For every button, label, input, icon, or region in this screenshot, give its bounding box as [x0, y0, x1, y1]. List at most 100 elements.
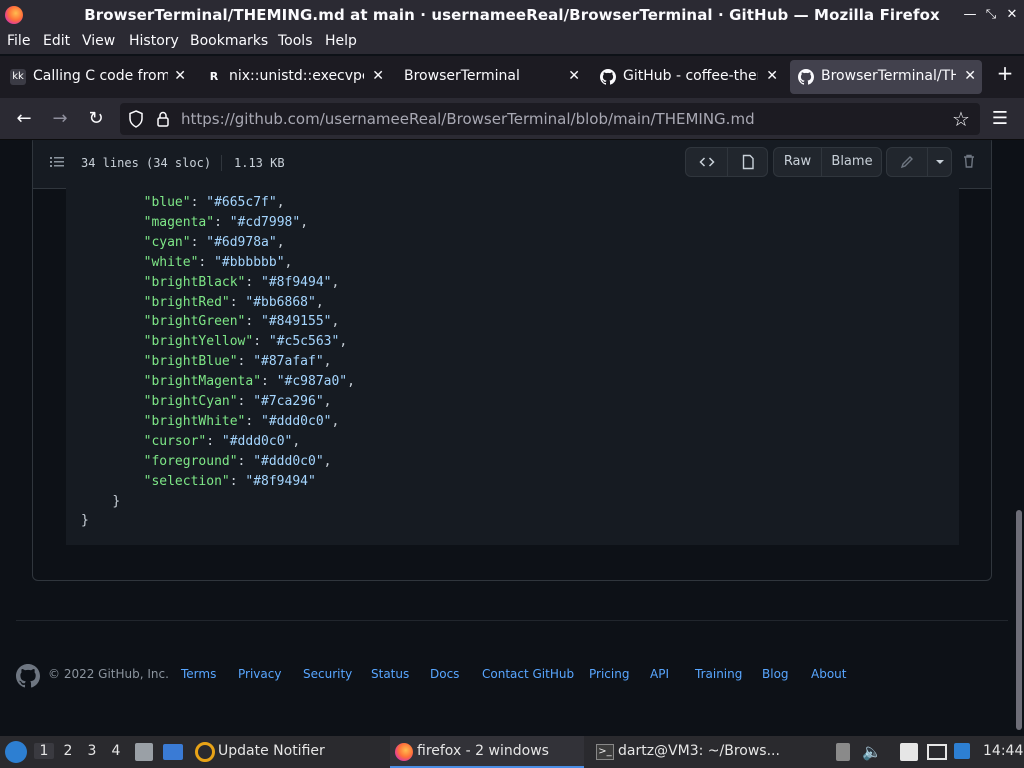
code-punctuation: , — [331, 274, 340, 290]
bluetooth-icon[interactable] — [954, 743, 970, 759]
restore-icon[interactable]: ⤡ — [982, 6, 1000, 24]
tracking-shield-icon[interactable] — [126, 109, 146, 129]
volume-icon[interactable]: 🔈 — [862, 742, 884, 762]
raw-button[interactable]: Raw — [774, 148, 821, 176]
tab-close-icon[interactable]: ✕ — [568, 68, 580, 84]
url-text[interactable]: https://github.com/usernameeReal/Browser… — [181, 110, 755, 128]
workspace-4[interactable]: 4 — [106, 743, 126, 759]
tab-nix-unistd[interactable]: R nix::unistd::execvpe ✕ — [198, 60, 390, 94]
window-title: BrowserTerminal/THEMING.md at main · use… — [84, 6, 940, 24]
blame-button[interactable]: Blame — [822, 148, 882, 176]
tab-browserterminal-theming[interactable]: BrowserTerminal/THE ✕ — [790, 60, 982, 94]
footer-copyright: © 2022 GitHub, Inc. — [48, 667, 169, 681]
tab-close-icon[interactable]: ✕ — [964, 68, 976, 84]
github-logo-icon[interactable] — [16, 664, 41, 688]
code-colon: : — [229, 473, 246, 489]
footer-link-blog[interactable]: Blog — [762, 667, 789, 681]
tab-close-icon[interactable]: ✕ — [174, 68, 186, 84]
code-punctuation: , — [276, 195, 285, 210]
url-bar[interactable]: https://github.com/usernameeReal/Browser… — [120, 103, 980, 135]
pencil-edit-icon[interactable] — [887, 148, 927, 176]
page-scrollbar[interactable] — [1016, 510, 1022, 730]
code-colon: : — [190, 234, 207, 250]
file-header: 34 lines (34 sloc) 1.13 KB Raw Blame — [33, 140, 991, 189]
bookmark-star-icon[interactable]: ☆ — [949, 107, 973, 131]
back-arrow-icon[interactable]: ← — [12, 107, 36, 131]
footer-link-docs[interactable]: Docs — [430, 667, 459, 681]
code-colon: : — [261, 374, 277, 390]
code-view-icon[interactable] — [686, 148, 727, 176]
code-block: "blue": "#665c7f", "magenta": "#cd7998",… — [66, 185, 959, 545]
code-key: "cyan" — [143, 234, 191, 250]
menu-history[interactable]: History — [129, 33, 179, 49]
file-preview-icon[interactable] — [728, 148, 768, 176]
footer: © 2022 GitHub, Inc. Terms Privacy Securi… — [0, 662, 1024, 690]
code-punctuation: , — [323, 453, 332, 469]
menu-view[interactable]: View — [82, 33, 115, 49]
file-size: 1.13 KB — [234, 156, 285, 170]
code-punctuation: , — [323, 394, 332, 409]
tab-label: nix::unistd::execvpe — [229, 68, 364, 84]
update-notifier-task[interactable]: Update Notifier — [218, 743, 325, 759]
list-icon[interactable] — [49, 154, 65, 170]
tab-close-icon[interactable]: ✕ — [372, 68, 384, 84]
menu-bookmarks[interactable]: Bookmarks — [190, 33, 268, 49]
terminal-task[interactable]: dartz@VM3: ~/Brows... — [618, 743, 780, 759]
tab-close-icon[interactable]: ✕ — [766, 68, 778, 84]
workspace-2[interactable]: 2 — [58, 743, 78, 759]
hamburger-menu-icon[interactable]: ☰ — [988, 107, 1012, 131]
menu-tools[interactable]: Tools — [278, 33, 313, 49]
footer-link-privacy[interactable]: Privacy — [238, 667, 281, 681]
workspace-3[interactable]: 3 — [82, 743, 102, 759]
files-icon[interactable] — [135, 743, 153, 761]
tab-calling-c[interactable]: kk Calling C code from ✕ — [2, 60, 192, 94]
footer-link-about[interactable]: About — [811, 667, 846, 681]
tab-github-coffee[interactable]: GitHub - coffee-them ✕ — [592, 60, 784, 94]
minimize-icon[interactable]: — — [961, 6, 979, 24]
footer-link-pricing[interactable]: Pricing — [589, 667, 629, 681]
menu-edit[interactable]: Edit — [43, 33, 70, 49]
code-line: "cursor": "#ddd0c0", — [81, 433, 301, 449]
lock-icon[interactable] — [153, 109, 173, 129]
reload-icon[interactable]: ↻ — [84, 107, 108, 131]
trash-icon[interactable] — [961, 153, 977, 169]
code-punctuation: , — [323, 354, 332, 370]
start-menu-icon[interactable] — [5, 741, 27, 763]
code-punctuation: , — [339, 334, 348, 350]
close-window-icon[interactable]: ✕ — [1003, 6, 1021, 24]
firefox-task[interactable]: firefox - 2 windows — [417, 743, 549, 759]
code-key: "white" — [143, 254, 199, 270]
workspace-1[interactable]: 1 — [34, 743, 54, 759]
clipboard-icon[interactable] — [836, 743, 850, 761]
code-key: "magenta" — [143, 214, 215, 230]
chevron-down-icon[interactable] — [928, 148, 952, 176]
code-line: "brightYellow": "#c5c563", — [81, 334, 348, 350]
code-value: "#7ca296" — [253, 394, 324, 409]
taskbar-clock[interactable]: 14:44 — [983, 743, 1023, 759]
network-icon[interactable] — [927, 744, 947, 760]
forward-arrow-icon[interactable]: → — [48, 107, 72, 131]
code-value: "#8f9494" — [245, 473, 316, 489]
footer-link-status[interactable]: Status — [371, 667, 409, 681]
desktop-icon[interactable] — [163, 744, 183, 760]
code-key: "cursor" — [143, 433, 207, 449]
footer-link-contact[interactable]: Contact GitHub — [482, 667, 574, 681]
code-key: "foreground" — [143, 453, 238, 469]
code-colon: : — [237, 394, 254, 409]
code-value: "#cd7998" — [229, 214, 301, 230]
footer-link-terms[interactable]: Terms — [181, 667, 216, 681]
footer-link-api[interactable]: API — [650, 667, 669, 681]
menu-help[interactable]: Help — [325, 33, 357, 49]
tab-browserterminal[interactable]: BrowserTerminal ✕ — [396, 60, 586, 94]
menu-file[interactable]: File — [7, 33, 30, 49]
code-value: "#c5c563" — [268, 334, 340, 350]
footer-link-security[interactable]: Security — [303, 667, 352, 681]
footer-link-training[interactable]: Training — [695, 667, 742, 681]
code-punctuation: , — [300, 214, 309, 230]
new-tab-icon[interactable]: + — [994, 62, 1016, 84]
notes-icon[interactable] — [900, 743, 918, 761]
